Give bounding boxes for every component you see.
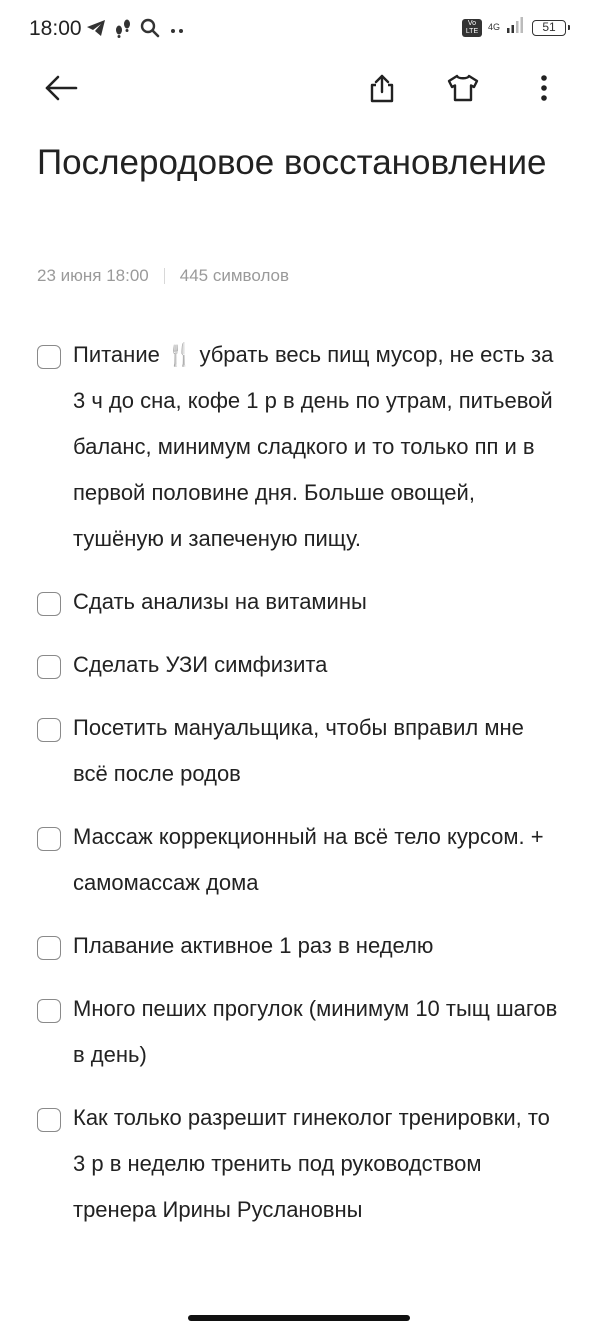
- checklist-item: Много пеших прогулок (минимум 10 тыщ шаг…: [0, 986, 600, 1078]
- network-type: 4G: [487, 22, 500, 32]
- checklist-item-text[interactable]: Как только разрешит гинеколог тренировки…: [73, 1095, 560, 1233]
- checklist-item-text[interactable]: Посетить мануальщика, чтобы вправил мне …: [73, 705, 560, 797]
- toolbar: [0, 58, 600, 124]
- checkbox[interactable]: [37, 718, 61, 742]
- step-counter-icon: [114, 18, 132, 43]
- checklist-item: Сделать УЗИ симфизита: [0, 642, 600, 688]
- status-bar: 18:00 Vo LTE 4G 51: [0, 0, 600, 58]
- vertical-dots-icon: [540, 74, 548, 107]
- char-count: 445 символов: [179, 266, 290, 285]
- volte-icon: Vo LTE: [461, 18, 482, 37]
- share-icon: [367, 72, 397, 109]
- checkbox[interactable]: [37, 1108, 61, 1132]
- share-button[interactable]: [358, 66, 406, 114]
- telegram-icon: [86, 19, 106, 42]
- more-dots-icon: [168, 22, 186, 40]
- checkbox[interactable]: [37, 592, 61, 616]
- theme-button[interactable]: [439, 66, 487, 114]
- note-title[interactable]: Послеродовое восстановление: [37, 132, 557, 193]
- checklist: Питание 🍴 убрать весь пищ мусор, не есть…: [0, 332, 600, 1250]
- checklist-item: Сдать анализы на витамины: [0, 579, 600, 625]
- checklist-item: Массаж коррекционный на всё тело курсом.…: [0, 814, 600, 906]
- checklist-item-text[interactable]: Плавание активное 1 раз в неделю: [73, 923, 560, 969]
- status-icons-left: [86, 18, 186, 43]
- tshirt-icon: [446, 73, 480, 108]
- checklist-item: Питание 🍴 убрать весь пищ мусор, не есть…: [0, 332, 600, 562]
- checkbox[interactable]: [37, 827, 61, 851]
- checklist-item-text[interactable]: Много пеших прогулок (минимум 10 тыщ шаг…: [73, 986, 560, 1078]
- battery-icon: 51: [532, 19, 570, 36]
- checkbox[interactable]: [37, 936, 61, 960]
- status-time: 18:00: [29, 17, 82, 40]
- checkbox[interactable]: [37, 345, 61, 369]
- checklist-item-text[interactable]: Сделать УЗИ симфизита: [73, 642, 560, 688]
- status-icons-right: Vo LTE 4G 51: [461, 17, 570, 38]
- meta-divider: [163, 268, 165, 284]
- checkbox[interactable]: [37, 655, 61, 679]
- back-button[interactable]: [37, 66, 85, 114]
- more-button[interactable]: [520, 66, 568, 114]
- note-meta: 23 июня 18:00 445 символов: [37, 266, 289, 286]
- checklist-item: Как только разрешит гинеколог тренировки…: [0, 1095, 600, 1233]
- checklist-item-text[interactable]: Сдать анализы на витамины: [73, 579, 560, 625]
- checklist-item-text[interactable]: Питание 🍴 убрать весь пищ мусор, не есть…: [73, 332, 560, 562]
- home-indicator[interactable]: [188, 1315, 410, 1321]
- checklist-item: Плавание активное 1 раз в неделю: [0, 923, 600, 969]
- signal-icon: [506, 17, 526, 38]
- checklist-item-text[interactable]: Массаж коррекционный на всё тело курсом.…: [73, 814, 560, 906]
- note-date: 23 июня 18:00: [37, 266, 149, 285]
- arrow-left-icon: [43, 74, 79, 107]
- search-icon: [140, 18, 160, 43]
- checkbox[interactable]: [37, 999, 61, 1023]
- checklist-item: Посетить мануальщика, чтобы вправил мне …: [0, 705, 600, 797]
